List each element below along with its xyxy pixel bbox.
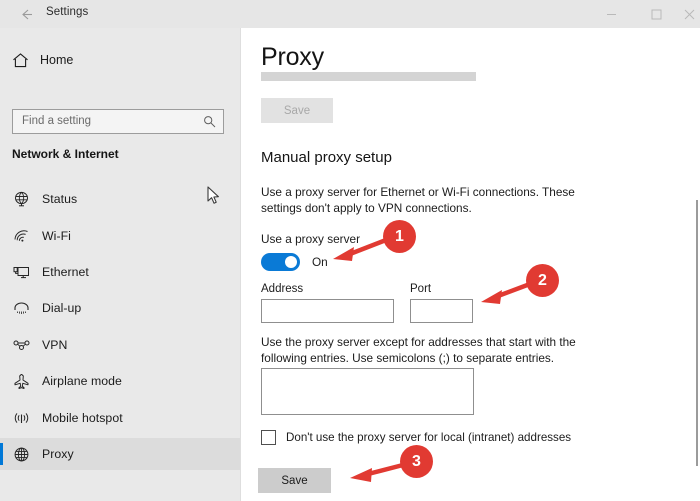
sidebar-item-mobile-hotspot-label: Mobile hotspot bbox=[42, 411, 123, 425]
airplane-icon bbox=[0, 373, 42, 390]
globe-status-icon bbox=[0, 191, 42, 208]
sidebar-item-status-label: Status bbox=[42, 192, 78, 206]
search-placeholder: Find a setting bbox=[22, 115, 92, 127]
sidebar-item-proxy[interactable]: Proxy bbox=[0, 438, 240, 470]
address-label: Address bbox=[261, 283, 304, 295]
port-label: Port bbox=[410, 283, 432, 295]
address-input[interactable] bbox=[261, 299, 394, 323]
settings-window: Settings Home Find a setting Network & I… bbox=[0, 0, 700, 501]
scrollbar[interactable] bbox=[694, 28, 700, 501]
mobile-hotspot-icon bbox=[0, 410, 42, 427]
scrollbar-thumb[interactable] bbox=[696, 200, 698, 466]
sidebar-item-dialup-label: Dial-up bbox=[42, 301, 82, 315]
ethernet-icon bbox=[0, 264, 42, 281]
sidebar-item-ethernet-label: Ethernet bbox=[42, 265, 89, 279]
maximize-button[interactable] bbox=[634, 0, 679, 28]
window-title: Settings bbox=[46, 6, 89, 18]
exceptions-input[interactable] bbox=[261, 368, 474, 415]
bypass-local-checkbox-label: Don't use the proxy server for local (in… bbox=[286, 431, 572, 444]
sidebar-item-home-label: Home bbox=[40, 53, 74, 67]
dialup-phone-icon bbox=[0, 300, 42, 317]
maximize-icon bbox=[651, 9, 662, 19]
sidebar-item-wifi[interactable]: Wi-Fi bbox=[0, 220, 240, 252]
annotation-marker-1: 1 bbox=[383, 220, 416, 253]
sidebar-item-wifi-label: Wi-Fi bbox=[42, 229, 71, 243]
search-input[interactable]: Find a setting bbox=[12, 109, 224, 134]
toggle-knob bbox=[285, 256, 297, 268]
use-proxy-server-label: Use a proxy server bbox=[261, 232, 360, 246]
selection-indicator bbox=[0, 443, 3, 465]
wifi-icon bbox=[0, 228, 42, 245]
sidebar-item-vpn-label: VPN bbox=[42, 338, 68, 352]
toggle-state-label: On bbox=[312, 255, 328, 269]
sidebar-category-heading: Network & Internet bbox=[12, 147, 119, 161]
port-input[interactable] bbox=[410, 299, 473, 323]
close-icon bbox=[684, 9, 695, 19]
sidebar-item-ethernet[interactable]: Ethernet bbox=[0, 256, 240, 288]
sidebar-item-airplane-mode-label: Airplane mode bbox=[42, 374, 122, 388]
globe-proxy-icon bbox=[0, 446, 42, 463]
sidebar-item-vpn[interactable]: VPN bbox=[0, 329, 240, 361]
search-icon[interactable] bbox=[203, 115, 216, 133]
back-button[interactable] bbox=[8, 1, 44, 27]
save-button-bottom[interactable]: Save bbox=[258, 468, 331, 493]
sidebar-item-status[interactable]: Status bbox=[0, 183, 240, 215]
main-content: Proxy Save Manual proxy setup Use a prox… bbox=[241, 28, 700, 501]
vpn-icon bbox=[0, 337, 42, 354]
sidebar-item-airplane-mode[interactable]: Airplane mode bbox=[0, 365, 240, 397]
annotation-marker-2: 2 bbox=[526, 264, 559, 297]
close-button[interactable] bbox=[679, 0, 700, 28]
bypass-local-checkbox-row[interactable]: Don't use the proxy server for local (in… bbox=[261, 430, 571, 445]
save-button-top[interactable]: Save bbox=[261, 98, 333, 123]
back-arrow-icon bbox=[21, 9, 32, 19]
sidebar: Home Find a setting Network & Internet S… bbox=[0, 28, 240, 501]
annotation-marker-3: 3 bbox=[400, 445, 433, 478]
sidebar-item-dialup[interactable]: Dial-up bbox=[0, 292, 240, 324]
exceptions-description: Use the proxy server except for addresse… bbox=[261, 335, 576, 365]
minimize-button[interactable] bbox=[589, 0, 634, 28]
sidebar-item-proxy-label: Proxy bbox=[42, 447, 74, 461]
sidebar-item-mobile-hotspot[interactable]: Mobile hotspot bbox=[0, 402, 240, 434]
title-bar: Settings bbox=[0, 0, 700, 28]
manual-proxy-description: Use a proxy server for Ethernet or Wi-Fi… bbox=[261, 185, 575, 215]
home-icon bbox=[0, 52, 40, 69]
toggle-switch[interactable] bbox=[261, 253, 300, 271]
use-a-proxy-server-toggle[interactable]: On bbox=[261, 253, 328, 271]
page-title: Proxy bbox=[261, 43, 324, 71]
minimize-icon bbox=[607, 13, 616, 15]
bypass-local-checkbox[interactable] bbox=[261, 430, 276, 445]
placeholder-bar bbox=[261, 72, 476, 81]
section-heading-manual-proxy-setup: Manual proxy setup bbox=[261, 149, 392, 166]
mouse-pointer-icon bbox=[207, 186, 220, 210]
sidebar-item-home[interactable]: Home bbox=[0, 44, 240, 76]
